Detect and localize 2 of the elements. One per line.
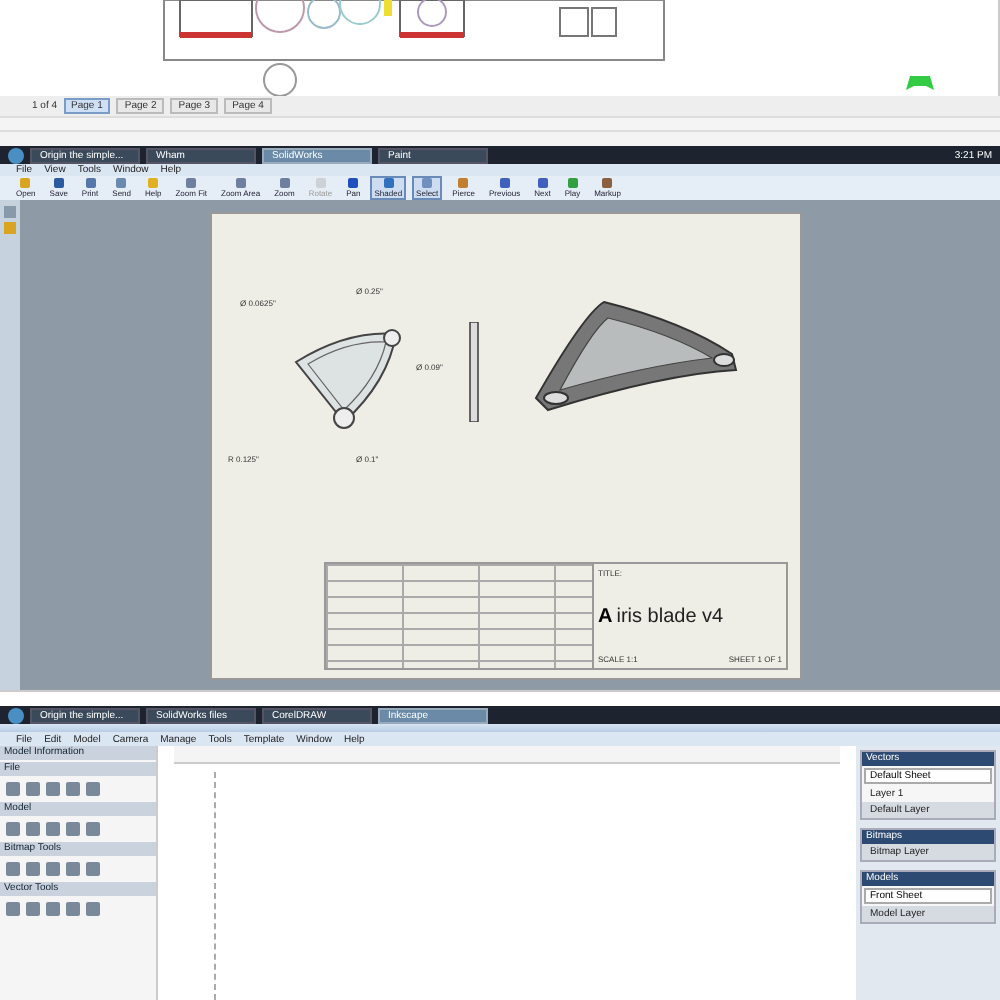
drawing-title: iris blade v4: [616, 605, 724, 627]
size-letter: A: [598, 605, 613, 627]
